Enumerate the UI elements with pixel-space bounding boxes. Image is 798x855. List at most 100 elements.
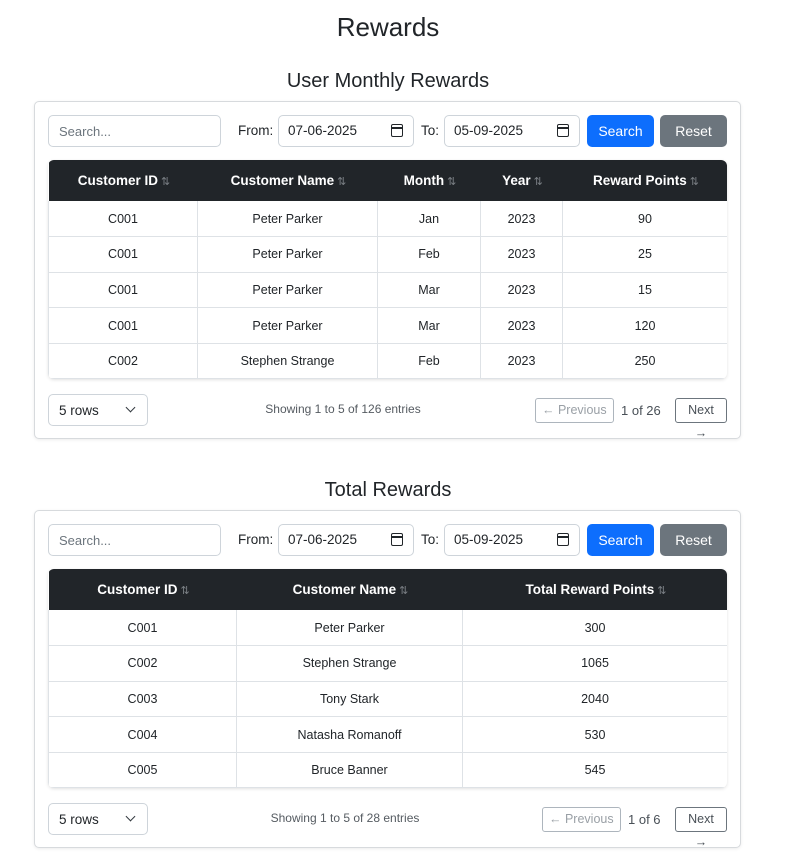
column-header-customer-name[interactable]: Customer Name ⇅ xyxy=(197,160,378,201)
monthly-rows-per-page-select[interactable]: 5 rows xyxy=(48,394,148,426)
table-row: C002 Stephen Strange 1065 xyxy=(48,645,727,682)
cell-customer-id: C001 xyxy=(48,272,198,309)
monthly-from-date-value: 07-06-2025 xyxy=(288,123,358,138)
sort-updown-icon[interactable]: ⇅ xyxy=(161,175,170,188)
sort-updown-icon[interactable]: ⇅ xyxy=(447,175,456,188)
cell-reward-points: 90 xyxy=(562,201,727,238)
cell-reward-points: 15 xyxy=(562,272,727,309)
sort-updown-icon[interactable]: ⇅ xyxy=(657,584,666,597)
cell-month: Jan xyxy=(377,201,481,238)
cell-customer-name: Peter Parker xyxy=(197,272,378,309)
table-row: C001 Peter Parker Feb 2023 25 xyxy=(48,236,727,273)
rows-select-value: 5 rows xyxy=(59,812,99,827)
column-header-customer-id[interactable]: Customer ID ⇅ xyxy=(48,569,237,610)
total-next-button[interactable]: Next → xyxy=(675,807,727,849)
table-row: C002 Stephen Strange Feb 2023 250 xyxy=(48,343,727,380)
total-showing-entries: Showing 1 to 5 of 28 entries xyxy=(270,811,420,825)
total-from-date-value: 07-06-2025 xyxy=(288,532,358,547)
monthly-search-button[interactable]: Search xyxy=(587,115,654,147)
monthly-showing-entries: Showing 1 to 5 of 126 entries xyxy=(265,402,421,416)
cell-customer-name: Bruce Banner xyxy=(236,752,463,789)
total-from-date-input[interactable]: 07-06-2025 xyxy=(278,524,414,556)
monthly-pagination-footer: 5 rows Showing 1 to 5 of 126 entries ← P… xyxy=(48,394,727,440)
monthly-section-title: User Monthly Rewards xyxy=(286,70,490,92)
cell-year: 2023 xyxy=(480,343,563,380)
cell-customer-id: C003 xyxy=(48,681,237,718)
monthly-toolbar: From: 07-06-2025 To: 05-09-2025 Search R… xyxy=(48,115,727,147)
cell-reward-points: 250 xyxy=(562,343,727,380)
total-rewards-table: Customer ID ⇅ Customer Name ⇅ Total Reward… xyxy=(48,569,727,789)
column-header-reward-points[interactable]: Reward Points ⇅ xyxy=(562,160,727,201)
cell-customer-id: C001 xyxy=(48,307,198,344)
monthly-next-button[interactable]: Next → xyxy=(675,398,727,440)
chevron-down-icon[interactable] xyxy=(125,402,136,413)
cell-customer-name: Stephen Strange xyxy=(197,343,378,380)
rows-select-value: 5 rows xyxy=(59,403,99,418)
cell-month: Feb xyxy=(377,236,481,273)
monthly-to-label: To: xyxy=(421,123,440,138)
column-header-customer-id[interactable]: Customer ID ⇅ xyxy=(48,160,198,201)
cell-customer-name: Peter Parker xyxy=(197,201,378,238)
sort-updown-icon[interactable]: ⇅ xyxy=(399,584,408,597)
total-search-button[interactable]: Search xyxy=(587,524,654,556)
chevron-down-icon[interactable] xyxy=(125,811,136,822)
total-pagination-footer: 5 rows Showing 1 to 5 of 28 entries ← Pr… xyxy=(48,803,727,849)
cell-customer-name: Stephen Strange xyxy=(236,645,463,682)
column-header-month[interactable]: Month ⇅ xyxy=(377,160,481,201)
total-to-label: To: xyxy=(421,532,440,547)
calendar-icon[interactable] xyxy=(557,124,569,137)
total-search-input[interactable] xyxy=(48,524,221,556)
monthly-previous-button[interactable]: ← Previous xyxy=(535,398,614,423)
monthly-rewards-table: Customer ID ⇅ Customer Name ⇅ Month ⇅ Year ⇅… xyxy=(48,160,727,380)
cell-customer-name: Tony Stark xyxy=(236,681,463,718)
total-toolbar: From: 07-06-2025 To: 05-09-2025 Search R… xyxy=(48,524,727,556)
cell-total-reward-points: 2040 xyxy=(462,681,727,718)
cell-total-reward-points: 530 xyxy=(462,716,727,753)
monthly-from-label: From: xyxy=(238,123,274,138)
column-header-total-reward-points[interactable]: Total Reward Points ⇅ xyxy=(462,569,727,610)
total-to-date-value: 05-09-2025 xyxy=(454,532,524,547)
cell-customer-name: Natasha Romanoff xyxy=(236,716,463,753)
table-row: C005 Bruce Banner 545 xyxy=(48,752,727,789)
table-row: C001 Peter Parker Mar 2023 15 xyxy=(48,272,727,309)
total-rewards-card: From: 07-06-2025 To: 05-09-2025 Search R… xyxy=(34,510,741,849)
column-header-year[interactable]: Year ⇅ xyxy=(480,160,563,201)
cell-customer-id: C001 xyxy=(48,610,237,647)
sort-updown-icon[interactable]: ⇅ xyxy=(181,584,190,597)
total-reset-button[interactable]: Reset xyxy=(660,524,727,556)
cell-customer-id: C002 xyxy=(48,645,237,682)
cell-total-reward-points: 545 xyxy=(462,752,727,789)
sort-updown-icon[interactable]: ⇅ xyxy=(690,175,699,188)
cell-year: 2023 xyxy=(480,201,563,238)
total-previous-button[interactable]: ← Previous xyxy=(542,807,621,832)
table-row: C001 Peter Parker Jan 2023 90 xyxy=(48,201,727,238)
cell-total-reward-points: 1065 xyxy=(462,645,727,682)
total-page-info: 1 of 6 xyxy=(628,812,661,827)
cell-customer-name: Peter Parker xyxy=(197,236,378,273)
monthly-to-date-input[interactable]: 05-09-2025 xyxy=(444,115,580,147)
cell-reward-points: 25 xyxy=(562,236,727,273)
cell-reward-points: 120 xyxy=(562,307,727,344)
monthly-from-date-input[interactable]: 07-06-2025 xyxy=(278,115,414,147)
calendar-icon[interactable] xyxy=(557,533,569,546)
monthly-reset-button[interactable]: Reset xyxy=(660,115,727,147)
calendar-icon[interactable] xyxy=(391,533,403,546)
table-row: C001 Peter Parker 300 xyxy=(48,610,727,647)
calendar-icon[interactable] xyxy=(391,124,403,137)
cell-month: Feb xyxy=(377,343,481,380)
monthly-page-info: 1 of 26 xyxy=(621,403,661,418)
monthly-rewards-card: From: 07-06-2025 To: 05-09-2025 Search R… xyxy=(34,101,741,440)
cell-customer-id: C001 xyxy=(48,201,198,238)
cell-customer-id: C002 xyxy=(48,343,198,380)
cell-year: 2023 xyxy=(480,236,563,273)
cell-customer-name: Peter Parker xyxy=(197,307,378,344)
monthly-search-input[interactable] xyxy=(48,115,221,147)
cell-customer-id: C005 xyxy=(48,752,237,789)
table-row: C004 Natasha Romanoff 530 xyxy=(48,716,727,753)
total-rows-per-page-select[interactable]: 5 rows xyxy=(48,803,148,835)
total-from-label: From: xyxy=(238,532,274,547)
sort-updown-icon[interactable]: ⇅ xyxy=(534,175,543,188)
column-header-customer-name[interactable]: Customer Name ⇅ xyxy=(236,569,463,610)
sort-updown-icon[interactable]: ⇅ xyxy=(337,175,346,188)
total-to-date-input[interactable]: 05-09-2025 xyxy=(444,524,580,556)
